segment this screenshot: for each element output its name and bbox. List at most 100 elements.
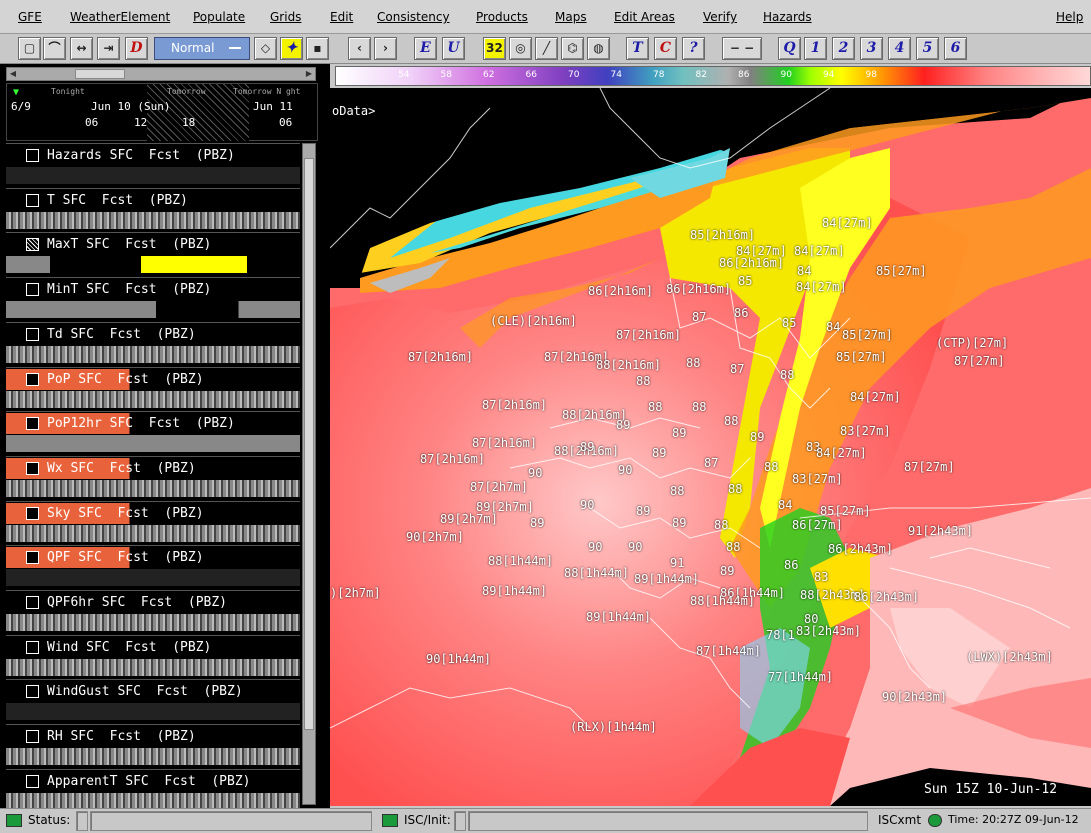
menu-maps[interactable]: Maps — [555, 10, 587, 24]
menu-edit[interactable]: Edit — [330, 10, 353, 24]
grid-checkbox[interactable] — [26, 506, 39, 520]
highlight-tool-icon[interactable]: ✦ — [280, 37, 303, 60]
save-icon[interactable]: ▪ — [306, 37, 329, 60]
time-shift-icon[interactable]: ↔ — [70, 37, 93, 60]
grid-checkbox[interactable] — [26, 596, 39, 609]
grid-row[interactable]: Wx SFC Fcst (PBZ) — [6, 455, 300, 499]
grid-row[interactable]: RH SFC Fcst (PBZ) — [6, 724, 300, 768]
grid-checkbox[interactable] — [26, 327, 39, 341]
grid-checkbox[interactable] — [26, 193, 39, 207]
grid-checkbox[interactable] — [26, 774, 39, 788]
grid-timeline-strip[interactable] — [6, 658, 300, 676]
map-display[interactable]: oData> Sun 15Z 10-Jun-12 84[27m] 85[2h16m… — [330, 88, 1091, 806]
grid-timeline-strip[interactable] — [6, 748, 300, 766]
vertical-scrollbar[interactable] — [302, 143, 316, 805]
grid-row[interactable]: WindGust SFC Fcst (PBZ) — [6, 679, 300, 723]
grid-row[interactable]: PoP12hr SFC Fcst (PBZ) — [6, 411, 300, 455]
scroll-left-icon[interactable]: ◀ — [7, 68, 19, 80]
grid-row[interactable]: PoP SFC Fcst (PBZ) — [6, 366, 300, 410]
menu-populate[interactable]: Populate — [193, 10, 245, 24]
grid-checkbox[interactable] — [26, 730, 39, 744]
menu-grids[interactable]: Grids — [270, 10, 301, 24]
grid-row[interactable]: Sky SFC Fcst (PBZ) — [6, 500, 300, 544]
sample-badge-icon[interactable]: 32 — [483, 37, 506, 60]
preset-3-button[interactable]: 3 — [860, 37, 883, 60]
select-tool-icon[interactable]: ▢ — [18, 37, 41, 60]
grid-timeline-strip[interactable] — [6, 211, 300, 229]
q-button[interactable]: Q — [778, 37, 801, 60]
grid-row[interactable]: MaxT SFC Fcst (PBZ) — [6, 232, 300, 276]
pencil-tool-icon[interactable]: ╱ — [535, 37, 558, 60]
grid-row[interactable]: QPF6hr SFC Fcst (PBZ) — [6, 590, 300, 633]
menu-hazards[interactable]: Hazards — [763, 10, 812, 24]
status-expand-button[interactable] — [76, 811, 88, 831]
grid-checkbox[interactable] — [26, 149, 39, 162]
grid-timeline-strip[interactable] — [6, 345, 300, 363]
preset-6-button[interactable]: 6 — [944, 37, 967, 60]
grid-timeline-strip[interactable] — [6, 301, 300, 319]
map-value-label: 90[2h43m] — [882, 690, 948, 704]
grid-timeline-strip[interactable] — [6, 167, 300, 184]
grid-timeline-strip[interactable] — [6, 703, 300, 721]
preset-4-button[interactable]: 4 — [888, 37, 911, 60]
grid-checkbox[interactable] — [26, 417, 39, 431]
grid-row[interactable]: Hazards SFC Fcst (PBZ) — [6, 143, 300, 186]
step-back-icon[interactable]: ‹ — [348, 37, 371, 60]
horizontal-scrollbar[interactable]: ◀ ▶ — [6, 67, 316, 81]
map-value-label: 89 — [580, 440, 595, 454]
globe-icon[interactable]: ◍ — [587, 37, 610, 60]
grid-checkbox[interactable] — [26, 283, 39, 297]
color-bar[interactable]: 54 58 62 66 70 74 78 82 86 90 94 98 — [335, 66, 1091, 86]
pickup-tool-icon[interactable]: ◇ — [254, 37, 277, 60]
menu-products[interactable]: Products — [476, 10, 528, 24]
step-forward-icon[interactable]: › — [374, 37, 397, 60]
menu-weatherelement[interactable]: WeatherElement — [70, 10, 170, 24]
mode-select[interactable]: Normal — [154, 37, 250, 60]
line-tool-icon[interactable]: ⌒ — [43, 37, 66, 60]
c-button[interactable]: C — [654, 37, 677, 60]
grid-timeline-strip[interactable] — [6, 614, 300, 631]
grid-checkbox[interactable] — [26, 640, 39, 654]
grid-row[interactable]: ApparentT SFC Fcst (PBZ) — [6, 768, 300, 812]
grid-row[interactable]: QPF SFC Fcst (PBZ) — [6, 545, 300, 589]
e-button[interactable]: E — [414, 37, 437, 60]
d-button[interactable]: D — [125, 37, 148, 60]
grid-row[interactable]: Wind SFC Fcst (PBZ) — [6, 634, 300, 678]
grid-timeline-strip[interactable] — [6, 479, 300, 497]
preset-2-button[interactable]: 2 — [832, 37, 855, 60]
menu-edit-areas[interactable]: Edit Areas — [614, 10, 675, 24]
map-value-label: 88 — [636, 374, 651, 388]
menu-verify[interactable]: Verify — [703, 10, 737, 24]
menu-consistency[interactable]: Consistency — [377, 10, 450, 24]
scroll-thumb[interactable] — [75, 69, 125, 79]
scroll-thumb[interactable] — [304, 158, 314, 730]
target-icon[interactable]: ◎ — [509, 37, 532, 60]
grid-timeline-strip[interactable] — [6, 569, 300, 587]
grid-checkbox[interactable] — [26, 372, 39, 386]
grid-timeline-strip[interactable] — [6, 390, 300, 408]
contour-tool-icon[interactable]: ⌬ — [561, 37, 584, 60]
map-timestamp: Sun 15Z 10-Jun-12 — [924, 782, 1058, 797]
isc-expand-button[interactable] — [454, 811, 466, 831]
t-button[interactable]: T — [626, 37, 649, 60]
grid-row[interactable]: Td SFC Fcst (PBZ) — [6, 321, 300, 365]
u-button[interactable]: U — [442, 37, 465, 60]
time-sync-icon[interactable]: ⇥ — [97, 37, 120, 60]
grid-timeline-strip[interactable] — [6, 256, 300, 274]
grid-checkbox[interactable] — [26, 551, 39, 565]
grid-checkbox[interactable] — [26, 238, 39, 252]
help-button[interactable]: ? — [682, 37, 705, 60]
range-select-icon[interactable]: − − — [722, 37, 762, 60]
grid-checkbox[interactable] — [26, 461, 39, 475]
scroll-right-icon[interactable]: ▶ — [303, 68, 315, 80]
grid-row[interactable]: MinT SFC Fcst (PBZ) — [6, 277, 300, 321]
preset-1-button[interactable]: 1 — [804, 37, 827, 60]
grid-row[interactable]: T SFC Fcst (PBZ) — [6, 187, 300, 231]
grid-checkbox[interactable] — [26, 685, 39, 699]
menu-gfe[interactable]: GFE — [18, 10, 42, 24]
map-value-label: 85[2h16m] — [690, 228, 756, 242]
grid-timeline-strip[interactable] — [6, 435, 300, 453]
menu-help[interactable]: Help — [1056, 10, 1083, 24]
grid-timeline-strip[interactable] — [6, 524, 300, 542]
preset-5-button[interactable]: 5 — [916, 37, 939, 60]
